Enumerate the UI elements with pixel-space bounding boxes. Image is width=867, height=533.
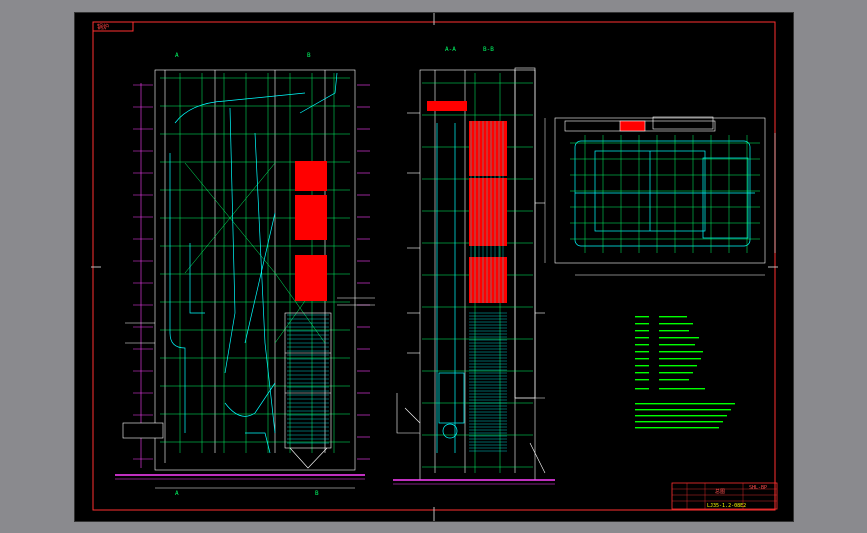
plan-steel-grid: [570, 135, 760, 253]
cad-drawing-canvas: 锅炉 A B A B A-A B-B 总图 SHL-BP LJ35-1.2-08…: [91, 13, 778, 521]
front-elevation-view: A-A B-B: [393, 46, 555, 485]
plan-view: [544, 116, 776, 276]
front-heating-surfaces: [469, 121, 507, 303]
section-mark-a-top: A: [175, 52, 179, 59]
side-elevation-view: A B A B: [115, 52, 375, 497]
section-mark-b-bottom: B: [315, 490, 319, 497]
title-block-drawing-name: 总图: [715, 488, 725, 495]
front-stairway: [396, 393, 421, 434]
title-block-drawing-number: LJ35-1.2-08E2: [707, 503, 746, 509]
title-block: 总图 SHL-BP LJ35-1.2-08E2: [671, 482, 778, 510]
plan-pipework: [574, 140, 755, 247]
centering-marks: [91, 13, 778, 521]
steam-drum-front: [427, 101, 467, 111]
title-tab: 锅炉: [97, 23, 109, 31]
section-mark-a-bottom: A: [175, 490, 179, 497]
drawing-frame: [92, 21, 776, 511]
side-heating-surfaces: [295, 161, 327, 301]
section-label-b: B-B: [483, 46, 494, 53]
section-label-a: A-A: [445, 46, 456, 53]
technical-notes-block: [635, 316, 735, 429]
side-elevation-marks: [133, 83, 370, 468]
title-block-company: SHL-BP: [749, 485, 767, 491]
section-mark-b-top: B: [307, 52, 311, 59]
drawing-sheet: 锅炉 A B A B A-A B-B 总图 SHL-BP LJ35-1.2-08…: [74, 12, 794, 522]
